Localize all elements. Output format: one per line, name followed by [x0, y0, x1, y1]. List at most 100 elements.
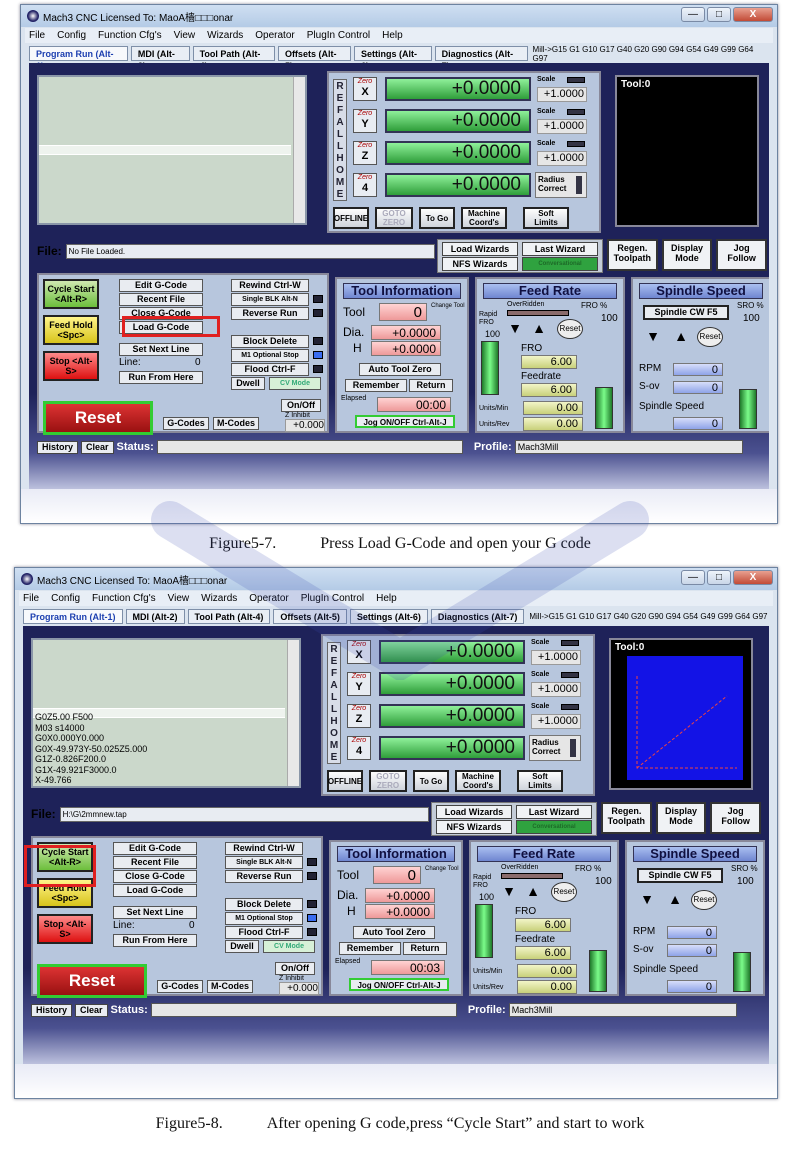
z-inhibit-button[interactable]: On/Off	[281, 399, 321, 412]
display-mode-button[interactable]: Display Mode	[661, 239, 713, 271]
to-go-button[interactable]: To Go	[413, 770, 449, 792]
load-gcode-button[interactable]: Load G-Code	[113, 884, 197, 897]
menu-file[interactable]: File	[23, 593, 39, 604]
menu-view[interactable]: View	[168, 593, 190, 604]
last-wizard-button[interactable]: Last Wizard	[516, 805, 592, 819]
gcodes-button[interactable]: G-Codes	[163, 417, 209, 430]
menu-wizards[interactable]: Wizards	[201, 593, 237, 604]
dwell-button[interactable]: Dwell	[225, 940, 259, 953]
tab-diagnostics[interactable]: Diagnostics (Alt-7)	[430, 609, 525, 624]
remember-button[interactable]: Remember	[339, 942, 401, 955]
menu-function-cfgs[interactable]: Function Cfg's	[92, 593, 156, 604]
tab-settings[interactable]: Settings (Alt-6)	[349, 609, 428, 624]
jog-follow-button[interactable]: Jog Follow	[710, 802, 762, 834]
h-value[interactable]: +0.0000	[365, 904, 435, 919]
flood-button[interactable]: Flood Ctrl-F	[231, 363, 309, 376]
scale-value[interactable]: +1.0000	[531, 650, 581, 665]
nfs-wizards-button[interactable]: NFS Wizards	[442, 257, 518, 271]
gcode-display[interactable]: G0Z5.00 F500 M03 s14000 G0X0.000Y0.000 G0X-…	[31, 638, 301, 788]
spindle-speed-value[interactable]: 0	[667, 980, 717, 993]
reset-button[interactable]: Reset	[43, 401, 153, 435]
menu-plugin-control[interactable]: PlugIn Control	[307, 30, 370, 41]
auto-tool-zero-button[interactable]: Auto Tool Zero	[353, 926, 435, 939]
fro-value[interactable]: 6.00	[515, 918, 571, 932]
stop-button[interactable]: Stop <Alt-S>	[37, 914, 93, 944]
z-inhibit-value[interactable]: +0.000	[279, 982, 319, 995]
scale-value[interactable]: +1.0000	[537, 87, 587, 102]
dwell-button[interactable]: Dwell	[231, 377, 265, 390]
tab-settings[interactable]: Settings (Alt-6)	[354, 46, 432, 71]
ref-all-home-button[interactable]: R E F A L L H O M E	[333, 79, 347, 201]
soft-limits-button[interactable]: Soft Limits	[517, 770, 563, 792]
minimize-button[interactable]: —	[681, 7, 705, 22]
stop-button[interactable]: Stop <Alt-S>	[43, 351, 99, 381]
machine-coords-button[interactable]: Machine Coord's	[461, 207, 507, 229]
fro-reset-button[interactable]: Reset	[551, 882, 577, 902]
dro-4[interactable]: +0.0000	[379, 736, 525, 760]
spindle-cw-button[interactable]: Spindle CW F5	[637, 868, 723, 883]
mcodes-button[interactable]: M-Codes	[207, 980, 253, 993]
dia-value[interactable]: +0.0000	[365, 888, 435, 903]
tab-tool-path[interactable]: Tool Path (Alt-4)	[192, 46, 275, 71]
machine-coords-button[interactable]: Machine Coord's	[455, 770, 501, 792]
soft-limits-button[interactable]: Soft Limits	[523, 207, 569, 229]
run-from-here-button[interactable]: Run From Here	[113, 934, 197, 947]
tab-mdi[interactable]: MDI (Alt-2)	[125, 609, 185, 624]
zero-y-button[interactable]: Zero Y	[353, 109, 377, 133]
maximize-button[interactable]: □	[707, 570, 731, 585]
fro-up-arrow-icon[interactable]: ▲	[525, 884, 541, 898]
menu-plugin-control[interactable]: PlugIn Control	[301, 593, 364, 604]
feed-hold-button[interactable]: Feed Hold <Spc>	[43, 315, 99, 345]
block-delete-button[interactable]: Block Delete	[231, 335, 309, 348]
load-wizards-button[interactable]: Load Wizards	[442, 242, 518, 256]
scale-value[interactable]: +1.0000	[537, 119, 587, 134]
zero-x-button[interactable]: Zero X	[347, 640, 371, 664]
cycle-start-button[interactable]: Cycle Start <Alt-R>	[43, 279, 99, 309]
menu-view[interactable]: View	[174, 30, 196, 41]
toolpath-display[interactable]: Tool:0	[615, 75, 759, 227]
offline-button[interactable]: OFFLINE	[327, 770, 363, 792]
zero-z-button[interactable]: Zero Z	[353, 141, 377, 165]
tab-offsets[interactable]: Offsets (Alt-5)	[273, 609, 347, 624]
fro-reset-button[interactable]: Reset	[557, 319, 583, 339]
close-gcode-button[interactable]: Close G-Code	[113, 870, 197, 883]
scale-value[interactable]: +1.0000	[531, 682, 581, 697]
menu-operator[interactable]: Operator	[255, 30, 294, 41]
clear-button[interactable]: Clear	[75, 1003, 108, 1017]
goto-zero-button[interactable]: GOTO ZERO	[369, 770, 407, 792]
sro-up-arrow-icon[interactable]: ▲	[667, 892, 683, 906]
spindle-speed-value[interactable]: 0	[673, 417, 723, 430]
dro-x[interactable]: +0.0000	[385, 77, 531, 101]
scale-value[interactable]: +1.0000	[537, 151, 587, 166]
tab-program-run[interactable]: Program Run (Alt-1)	[29, 46, 128, 71]
dia-value[interactable]: +0.0000	[371, 325, 441, 340]
sro-down-arrow-icon[interactable]: ▼	[645, 329, 661, 343]
sro-up-arrow-icon[interactable]: ▲	[673, 329, 689, 343]
tool-number[interactable]: 0	[373, 866, 421, 884]
single-block-button[interactable]: Single BLK Alt-N	[231, 293, 309, 306]
gcode-scrollbar[interactable]	[287, 640, 299, 786]
scale-value[interactable]: +1.0000	[531, 714, 581, 729]
menu-function-cfgs[interactable]: Function Cfg's	[98, 30, 162, 41]
tab-diagnostics[interactable]: Diagnostics (Alt-7)	[434, 46, 528, 71]
zero-4-button[interactable]: Zero 4	[347, 736, 371, 760]
h-value[interactable]: +0.0000	[371, 341, 441, 356]
tool-number[interactable]: 0	[379, 303, 427, 321]
maximize-button[interactable]: □	[707, 7, 731, 22]
menu-help[interactable]: Help	[376, 593, 397, 604]
to-go-button[interactable]: To Go	[419, 207, 455, 229]
sro-down-arrow-icon[interactable]: ▼	[639, 892, 655, 906]
conversational-button[interactable]: Conversational	[522, 257, 598, 271]
rapid-fro-slider[interactable]	[481, 341, 499, 395]
radius-correct-button[interactable]: Radius Correct	[535, 172, 587, 198]
display-mode-button[interactable]: Display Mode	[655, 802, 707, 834]
menu-config[interactable]: Config	[57, 30, 86, 41]
rapid-fro-slider[interactable]	[475, 904, 493, 958]
goto-zero-button[interactable]: GOTO ZERO	[375, 207, 413, 229]
menu-file[interactable]: File	[29, 30, 45, 41]
rpm-value[interactable]: 0	[667, 926, 717, 939]
fro-down-arrow-icon[interactable]: ▼	[501, 884, 517, 898]
load-wizards-button[interactable]: Load Wizards	[436, 805, 512, 819]
remember-button[interactable]: Remember	[345, 379, 407, 392]
mcodes-button[interactable]: M-Codes	[213, 417, 259, 430]
